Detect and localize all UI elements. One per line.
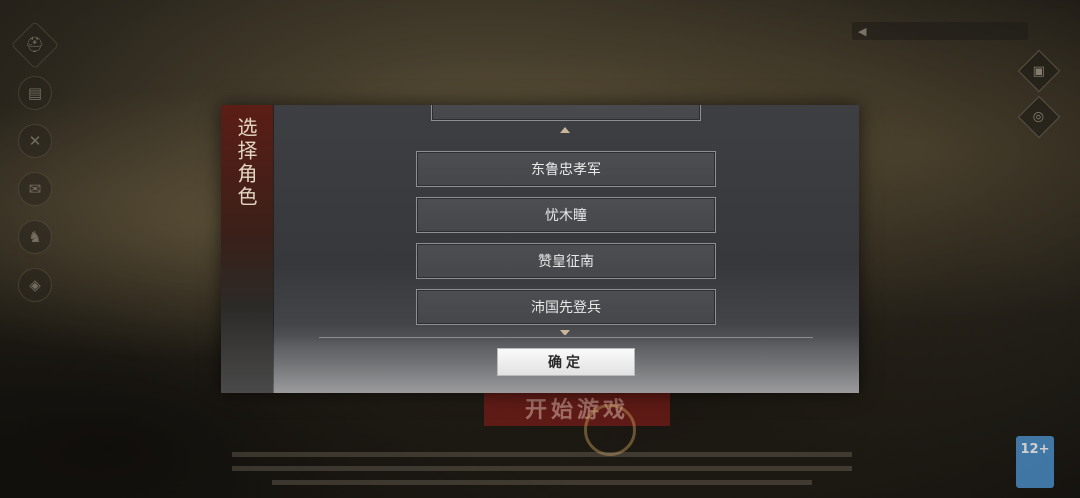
shield-icon[interactable]: ◈ bbox=[18, 268, 52, 302]
scroll-up-arrow-icon[interactable] bbox=[560, 127, 570, 133]
warrior-icon[interactable]: ♞ bbox=[18, 220, 52, 254]
scroll-icon[interactable]: ▤ bbox=[18, 76, 52, 110]
broadcast-bar: ◀ bbox=[852, 22, 1028, 40]
role-option[interactable]: 沛国先登兵 bbox=[416, 289, 716, 325]
dialog-sidebar: 选择角色 bbox=[221, 105, 274, 393]
dialog-divider bbox=[319, 337, 813, 338]
legal-text-line bbox=[232, 466, 852, 471]
role-option-partial[interactable] bbox=[431, 105, 701, 121]
confirm-button[interactable]: 确定 bbox=[497, 348, 635, 376]
tools-icon[interactable]: ✕ bbox=[18, 124, 52, 158]
helmet-icon[interactable]: ⛑ bbox=[10, 20, 60, 70]
age-rating-badge: 12+ bbox=[1016, 436, 1054, 488]
mail-icon[interactable]: ✉ bbox=[18, 172, 52, 206]
role-list[interactable]: 东鲁忠孝军 忧木瞳 赞皇征南 沛国先登兵 bbox=[273, 105, 859, 335]
role-option[interactable]: 东鲁忠孝军 bbox=[416, 151, 716, 187]
select-role-dialog: 选择角色 东鲁忠孝军 忧木瞳 赞皇征南 沛国先登兵 确定 bbox=[221, 105, 859, 393]
speaker-icon: ◀ bbox=[858, 24, 867, 38]
legal-text-line bbox=[272, 480, 812, 485]
side-menu: ⛑ ▤ ✕ ✉ ♞ ◈ bbox=[10, 20, 60, 316]
legal-text-line bbox=[232, 452, 852, 457]
scroll-down-arrow-icon[interactable] bbox=[560, 330, 570, 335]
role-option[interactable]: 忧木瞳 bbox=[416, 197, 716, 233]
dialog-title: 选择角色 bbox=[234, 117, 258, 209]
start-game-button[interactable]: 开始游戏 bbox=[484, 390, 670, 426]
loading-ring bbox=[584, 404, 636, 456]
role-option[interactable]: 赞皇征南 bbox=[416, 243, 716, 279]
